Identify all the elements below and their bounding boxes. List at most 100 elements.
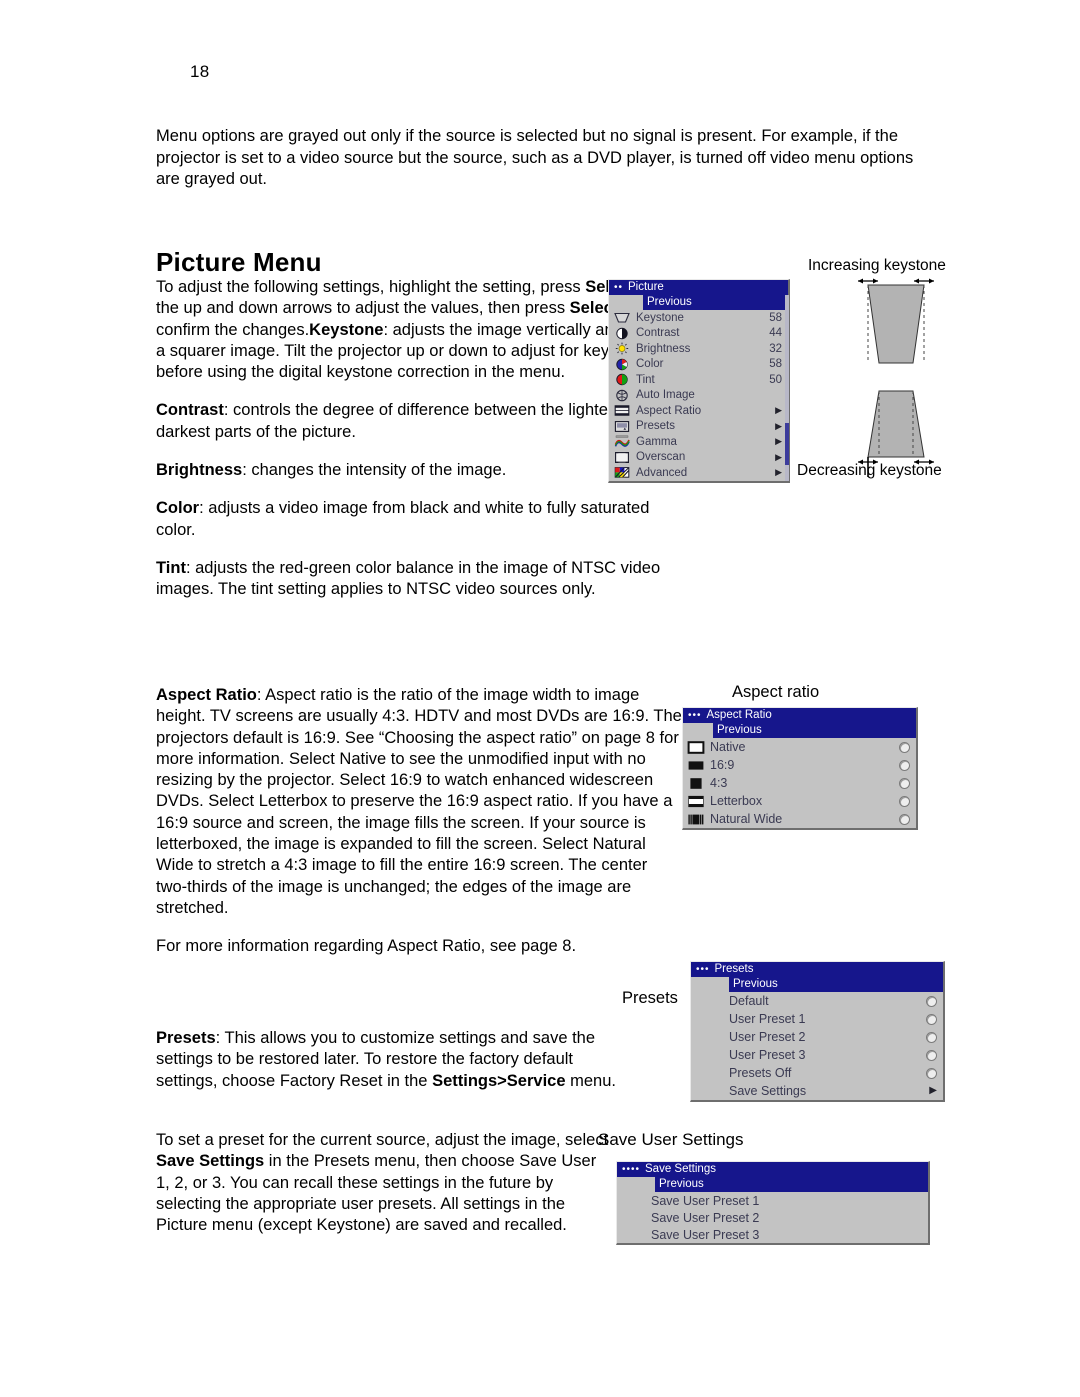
save-menu-item[interactable]: Save User Preset 2 (617, 1209, 928, 1226)
radio-button[interactable] (926, 1049, 937, 1061)
menu-level-dots: ••• (696, 963, 710, 975)
radio-button[interactable] (899, 813, 910, 825)
picture-menu-item-label: Tint (636, 373, 655, 386)
picture-menu-item-value: 44 (769, 327, 782, 340)
picture-menu-item[interactable]: Gamma ▶ (609, 434, 788, 450)
aspect-ratio-bold: Aspect Ratio (156, 686, 257, 704)
presets-menu-item-label: User Preset 3 (729, 1048, 806, 1062)
aspect-menu-item[interactable]: 4:3 (683, 774, 916, 792)
aspect-menu-item-label: Natural Wide (710, 812, 783, 826)
aspect-menu-item[interactable]: Letterbox (683, 792, 916, 810)
radio-button[interactable] (899, 741, 910, 753)
picture-menu-item[interactable]: Overscan ▶ (609, 450, 788, 466)
presets-icon (614, 420, 630, 432)
aspect-menu-item[interactable]: Native (683, 738, 916, 756)
aspect-menu-previous-row[interactable]: Previous (683, 723, 916, 738)
picture-menu-item[interactable]: Aspect Ratio ▶ (609, 403, 788, 419)
picture-menu-item[interactable]: Auto Image (609, 388, 788, 404)
picture-menu-item-value: 58 (769, 358, 782, 371)
save-settings-bold: Save Settings (156, 1152, 265, 1171)
radio-button[interactable] (926, 1031, 937, 1043)
submenu-arrow-icon: ▶ (775, 451, 782, 462)
aspect-menu-item-label: Native (710, 740, 746, 754)
presets-menu-item-label: Presets Off (729, 1066, 792, 1080)
radio-button[interactable] (926, 1013, 937, 1025)
keystone-figure: Increasing keystone Decreasing keystone (797, 257, 980, 482)
sixteen-nine-icon (688, 760, 704, 770)
presets-menu-panel[interactable]: ••• Presets Previous Default User Preset … (690, 961, 945, 1102)
brightness-text: : changes the intensity of the image. (242, 461, 507, 480)
radio-button[interactable] (926, 995, 937, 1007)
picture-menu-item-label: Brightness (636, 342, 691, 355)
save-user-settings-caption: Save User Settings (598, 1130, 744, 1149)
letterbox-icon (688, 795, 704, 807)
radio-button[interactable] (926, 1067, 937, 1079)
radio-button[interactable] (899, 759, 910, 771)
save-menu-previous-row[interactable]: Previous (617, 1177, 928, 1192)
gutter (609, 295, 643, 310)
keystone-icon (614, 313, 630, 323)
decreasing-keystone-shape (867, 390, 925, 458)
tint-text: : adjusts the red-green color balance in… (156, 558, 661, 599)
aspect-menu-items: Native 16:9 4:3 Letterbox Natural Wide (683, 738, 916, 828)
presets-menu-item[interactable]: Default (691, 992, 943, 1010)
aspect-menu-item[interactable]: Natural Wide (683, 810, 916, 828)
picture-menu-scrollbar[interactable] (785, 295, 789, 481)
contrast-text: : controls the degree of difference betw… (156, 401, 653, 441)
picture-menu-previous[interactable]: Previous (643, 295, 788, 310)
save-settings-menu-panel[interactable]: •••• Save Settings Previous Save User Pr… (616, 1161, 930, 1245)
radio-button[interactable] (899, 795, 910, 807)
picture-menu-item[interactable]: Brightness 32 (609, 341, 788, 357)
submenu-arrow-icon: ▶ (775, 436, 782, 447)
radio-button[interactable] (899, 777, 910, 789)
aspect-menu-item-label: 16:9 (710, 758, 735, 772)
presets-menu-items: Default User Preset 1 User Preset 2 User Pr… (691, 992, 943, 1100)
tint-bold: Tint (156, 558, 186, 577)
picture-menu-item[interactable]: Presets ▶ (609, 419, 788, 435)
keystone-bold: Keystone (309, 320, 384, 339)
presets-menu-item[interactable]: Save Settings ▶ (691, 1082, 943, 1100)
presets-menu-item[interactable]: User Preset 3 (691, 1046, 943, 1064)
picture-menu-item[interactable]: Color 58 (609, 357, 788, 373)
save-menu-item[interactable]: Save User Preset 3 (617, 1226, 928, 1243)
presets-menu-item-label: User Preset 1 (729, 1012, 806, 1026)
presets-menu-item[interactable]: Presets Off (691, 1064, 943, 1082)
color-icon (616, 358, 628, 370)
aspect-menu-title: Aspect Ratio (706, 709, 772, 721)
native-icon (687, 740, 705, 754)
paragraph-adjust: To adjust the following settings, highli… (156, 277, 686, 383)
picture-menu-previous-row[interactable]: Previous (609, 295, 788, 310)
picture-menu-item-label: Keystone (636, 311, 684, 324)
presets-menu-item-label: Default (729, 994, 769, 1008)
picture-menu-item[interactable]: Advanced ▶ (609, 465, 788, 481)
body-text-block-1: To adjust the following settings, highli… (156, 277, 686, 601)
presets-menu-previous-row[interactable]: Previous (691, 977, 943, 992)
color-bold: Color (156, 499, 200, 518)
increasing-arrow-left-head2 (873, 278, 878, 284)
aspect-menu-item[interactable]: 16:9 (683, 756, 916, 774)
aspect-ratio-menu-panel[interactable]: ••• Aspect Ratio Previous Native 16:9 4:3 L… (682, 707, 918, 830)
aspect-ratio-text: : Aspect ratio is the ratio of the image… (156, 686, 682, 917)
presets-menu-item[interactable]: User Preset 1 (691, 1010, 943, 1028)
presets-menu-title: Presets (714, 963, 754, 975)
aspect-menu-previous[interactable]: Previous (713, 723, 916, 738)
page-title: Picture Menu (156, 247, 322, 277)
save-menu-previous[interactable]: Previous (655, 1177, 928, 1192)
presets-menu-previous[interactable]: Previous (729, 977, 943, 992)
presets-bold: Presets (156, 1029, 216, 1047)
presets-menu-item[interactable]: User Preset 2 (691, 1028, 943, 1046)
picture-menu-item[interactable]: Tint 50 (609, 372, 788, 388)
picture-menu-item-label: Advanced (636, 466, 688, 479)
aspect-menu-item-label: 4:3 (710, 776, 728, 790)
picture-menu-item[interactable]: Keystone 58 (609, 310, 788, 326)
scrollbar-thumb[interactable] (785, 423, 789, 465)
save-menu-item[interactable]: Save User Preset 1 (617, 1192, 928, 1209)
body-text-block-3: Presets: This allows you to customize se… (156, 1028, 616, 1092)
body-text-block-2: Aspect Ratio: Aspect ratio is the ratio … (156, 685, 683, 958)
picture-menu-panel[interactable]: •• Picture Previous Keystone 58 Contrast 44… (608, 279, 790, 483)
paragraph-brightness: Brightness: changes the intensity of the… (156, 460, 686, 481)
picture-menu-item[interactable]: Contrast 44 (609, 326, 788, 342)
submenu-arrow-icon: ▶ (929, 1085, 937, 1096)
four-three-icon (690, 777, 702, 789)
picture-menu-item-label: Color (636, 358, 664, 371)
